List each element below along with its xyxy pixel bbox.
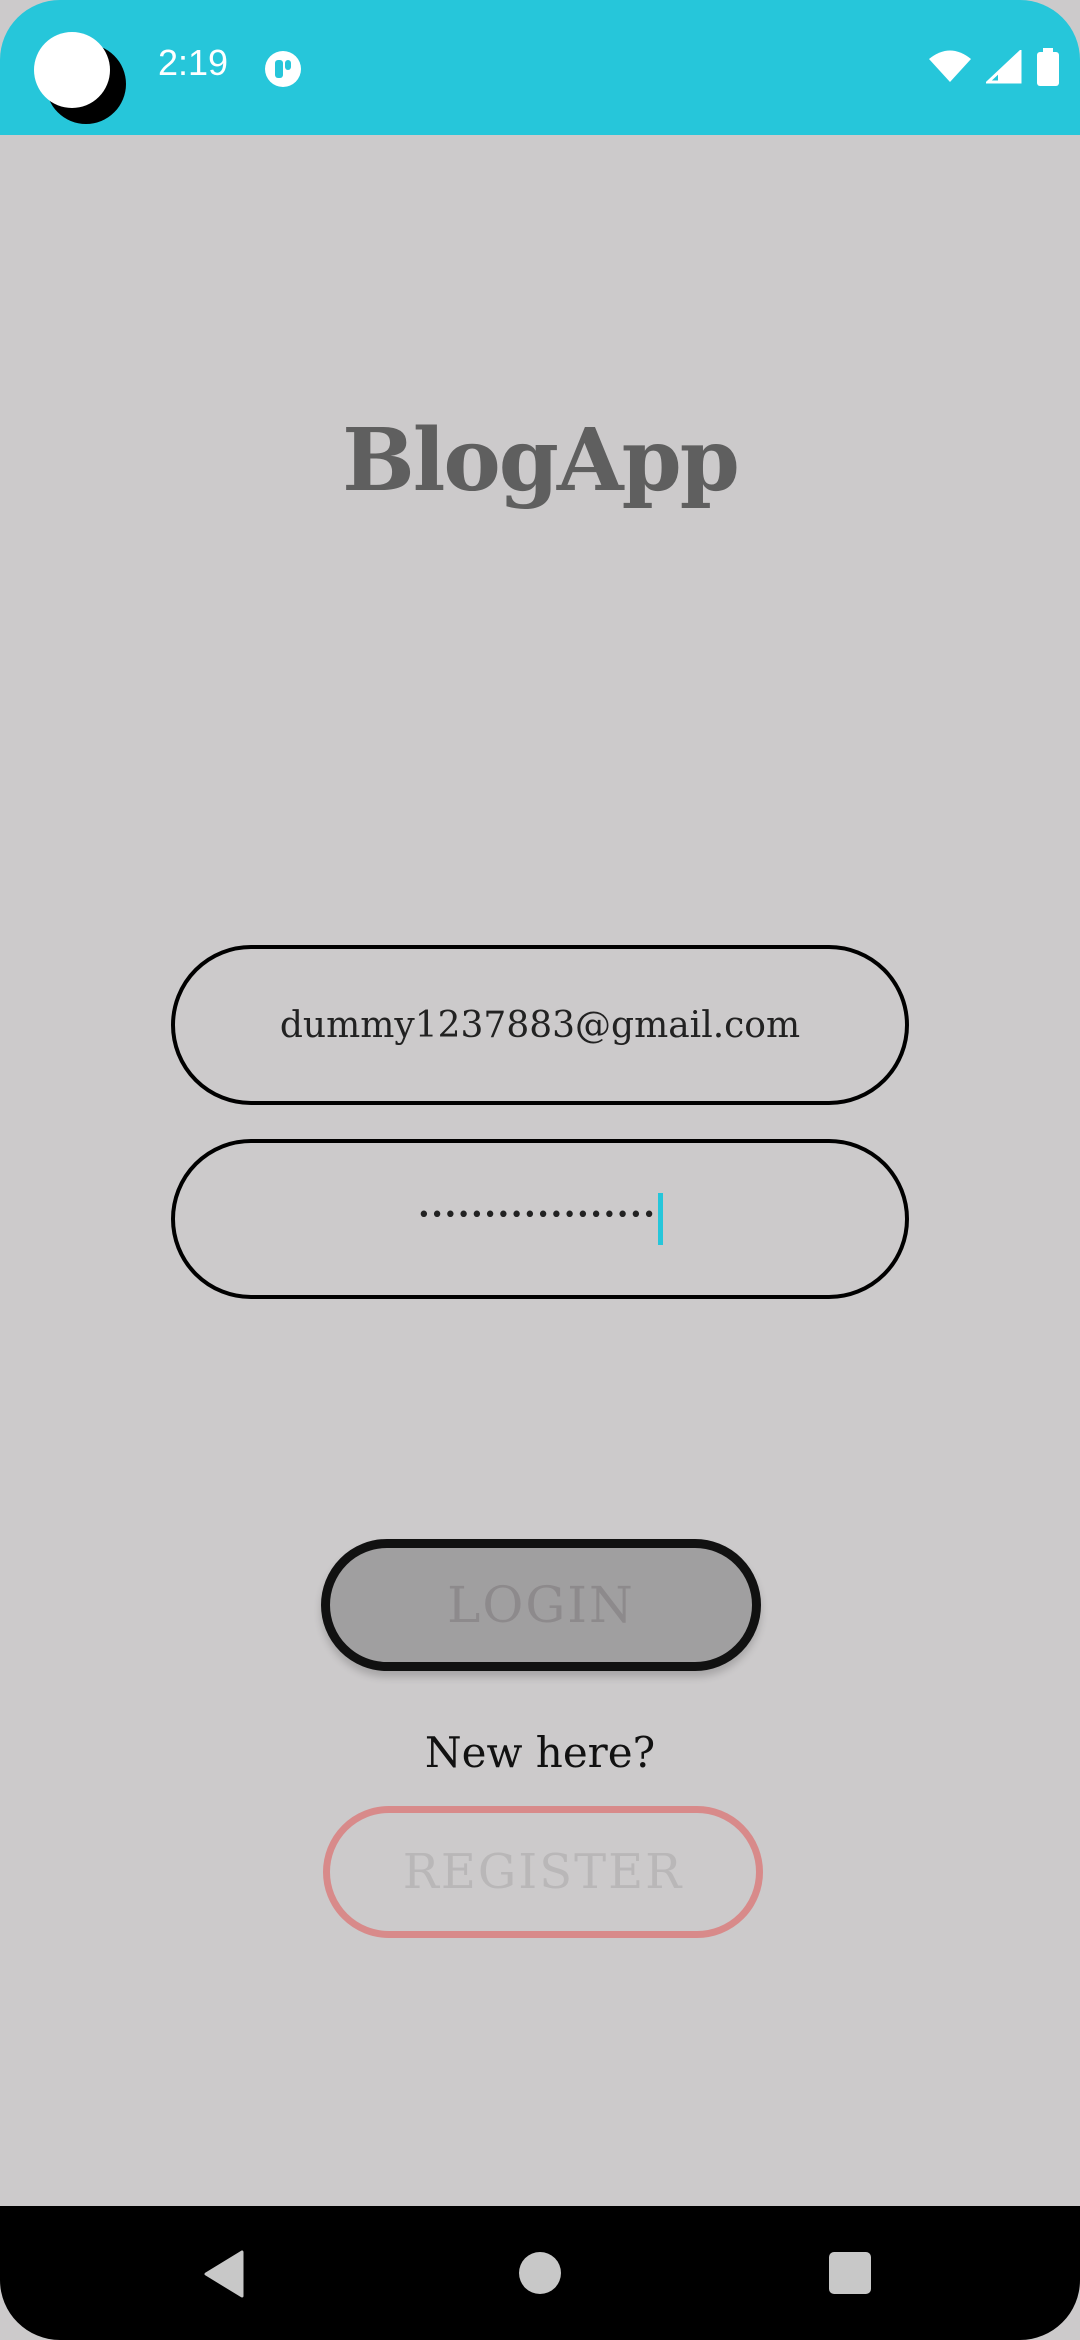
email-value: dummy1237883@gmail.com bbox=[279, 1004, 801, 1046]
password-field[interactable]: •••••••••••••••••• bbox=[171, 1139, 909, 1299]
battery-icon bbox=[1037, 48, 1059, 86]
status-bar: 2:19 bbox=[0, 0, 1080, 135]
notification-icon bbox=[265, 51, 301, 87]
status-icons bbox=[928, 48, 1060, 86]
login-button[interactable]: LOGIN bbox=[321, 1539, 761, 1671]
navigation-bar bbox=[0, 2206, 1080, 2340]
text-cursor bbox=[657, 1193, 663, 1245]
status-time: 2:19 bbox=[158, 42, 229, 83]
register-button[interactable]: REGISTER bbox=[323, 1806, 763, 1938]
email-field[interactable]: dummy1237883@gmail.com bbox=[171, 945, 909, 1105]
login-button-label: LOGIN bbox=[447, 1576, 635, 1634]
wifi-icon bbox=[929, 50, 971, 82]
recents-icon[interactable] bbox=[829, 2252, 871, 2294]
back-icon[interactable] bbox=[204, 2250, 244, 2298]
camera-cutout bbox=[34, 32, 126, 124]
register-button-label: REGISTER bbox=[402, 1844, 684, 1900]
new-here-text: New here? bbox=[424, 1728, 656, 1777]
app-title: BlogApp bbox=[342, 410, 740, 511]
password-value: •••••••••••••••••• bbox=[417, 1202, 656, 1228]
cellular-signal-icon bbox=[986, 50, 1022, 84]
home-icon[interactable] bbox=[519, 2252, 561, 2294]
